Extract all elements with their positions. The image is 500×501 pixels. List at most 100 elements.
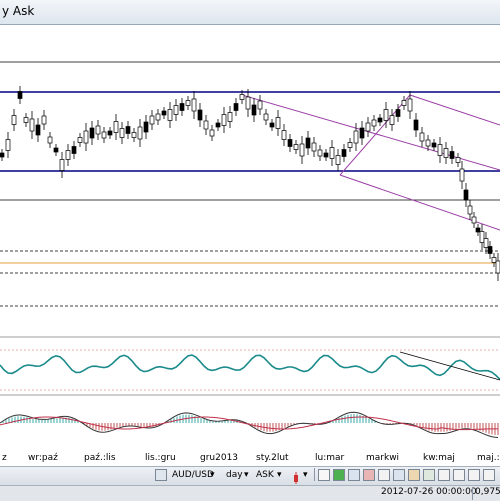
text-icon[interactable] [453, 469, 465, 481]
candle-body [35, 124, 41, 136]
settings-icon[interactable] [483, 469, 495, 481]
chart-type-dropdown-icon[interactable]: ▾ [303, 469, 308, 482]
candle-body [161, 110, 167, 116]
candle-body [299, 143, 305, 157]
candle-body [471, 216, 477, 224]
grid-icon[interactable] [438, 469, 450, 481]
chart-toolbar: AUD/USD ▾ day ▾ ASK ▾ ▾ [0, 466, 500, 486]
candle-body [287, 139, 293, 147]
side-select[interactable]: ASK [256, 469, 274, 482]
scale-icon[interactable] [468, 469, 480, 481]
candle-body [113, 121, 119, 133]
x-label-3: lis.:gru [145, 453, 176, 463]
x-label-4: gru2013 [200, 453, 239, 463]
x-label-6: lu:mar [315, 453, 345, 463]
candle-body [239, 94, 245, 100]
candle-body [23, 117, 29, 123]
candle-body [353, 130, 359, 144]
status-separator [472, 487, 473, 500]
x-label-2: paź.:lis [84, 453, 116, 463]
candle-body [77, 137, 83, 143]
candle-body [487, 246, 493, 254]
candle-body [65, 150, 71, 160]
indicator-icon[interactable] [393, 469, 405, 481]
candle-body [341, 149, 347, 157]
candle-body [383, 109, 389, 121]
candle-body [425, 139, 431, 147]
candle-body [269, 122, 275, 128]
candle-body [479, 231, 485, 243]
candle-body [119, 128, 125, 138]
zoom-icon[interactable] [363, 469, 375, 481]
candle-body [257, 100, 263, 110]
candle-body [83, 130, 89, 144]
candle-body [107, 130, 113, 136]
candle-body [459, 168, 465, 182]
side-dropdown-icon[interactable]: ▾ [277, 469, 282, 482]
candle-body [329, 147, 335, 159]
period-dropdown-icon[interactable]: ▾ [244, 469, 249, 482]
candle-body [389, 115, 395, 125]
candle-body [317, 149, 323, 157]
crosshair-icon[interactable] [378, 469, 390, 481]
candle-body [483, 238, 489, 248]
candle-body [281, 130, 287, 140]
candle-body [53, 147, 59, 153]
x-label-7: markwi [366, 453, 400, 463]
candle-body [17, 91, 23, 99]
period-select[interactable]: day [226, 469, 243, 482]
candle-body [413, 119, 419, 131]
candle-body [59, 159, 65, 171]
status-price: 0,975 [475, 487, 500, 497]
candle-body [263, 113, 269, 121]
candle-body [475, 227, 481, 233]
x-label-8: kw:maj [423, 453, 455, 463]
price-chart[interactable] [0, 25, 500, 468]
candle-body [167, 109, 173, 121]
candle-body [275, 117, 281, 129]
candle-body [401, 100, 407, 106]
candle-body [443, 148, 449, 158]
template-icon[interactable] [423, 469, 435, 481]
candle-body [311, 142, 317, 152]
candle-body [215, 122, 221, 128]
instrument-dropdown-icon[interactable]: ▾ [210, 469, 215, 482]
candle-body [101, 131, 107, 139]
candle-body [491, 257, 497, 263]
x-label-5: sty.2lut [256, 453, 289, 463]
candle-type-icon[interactable] [290, 469, 302, 484]
candle-body [143, 121, 149, 133]
candle-body [365, 122, 371, 132]
candle-body [191, 98, 197, 112]
candle-body [495, 260, 500, 274]
candle-body [149, 115, 155, 125]
bar-chart-icon[interactable] [333, 469, 345, 481]
instrument-select[interactable]: AUD/USD [172, 469, 214, 482]
candle-body [173, 105, 179, 115]
candle-body [419, 132, 425, 142]
candle-body [347, 142, 353, 148]
candle-body [89, 127, 95, 139]
candle-body [251, 104, 257, 116]
candle-body [197, 109, 203, 121]
candle-body [227, 112, 233, 122]
area-chart-icon[interactable] [348, 469, 360, 481]
x-axis: z wr:paź paź.:lis lis.:gru gru2013 sty.2… [0, 451, 500, 467]
line-chart-icon[interactable] [318, 469, 330, 481]
candle-body [131, 132, 137, 138]
candle-body [203, 120, 209, 130]
candle-body [437, 144, 443, 156]
x-label-0: z [2, 453, 7, 463]
candle-body [395, 109, 401, 117]
chart-window: y Ask z wr:paź paź.:lis lis.:gru gru2013… [0, 0, 500, 501]
candle-body [305, 137, 311, 149]
candle-body [293, 144, 299, 150]
candle-body [359, 127, 365, 139]
candle-body [11, 115, 17, 125]
candle-body [371, 119, 377, 127]
toolbar-button[interactable] [155, 469, 167, 481]
candle-body [137, 126, 143, 140]
status-bar: 2012-07-26 00:00:00 0,975 [0, 485, 500, 501]
candle-body [467, 205, 473, 215]
drawing-icon[interactable] [408, 469, 420, 481]
